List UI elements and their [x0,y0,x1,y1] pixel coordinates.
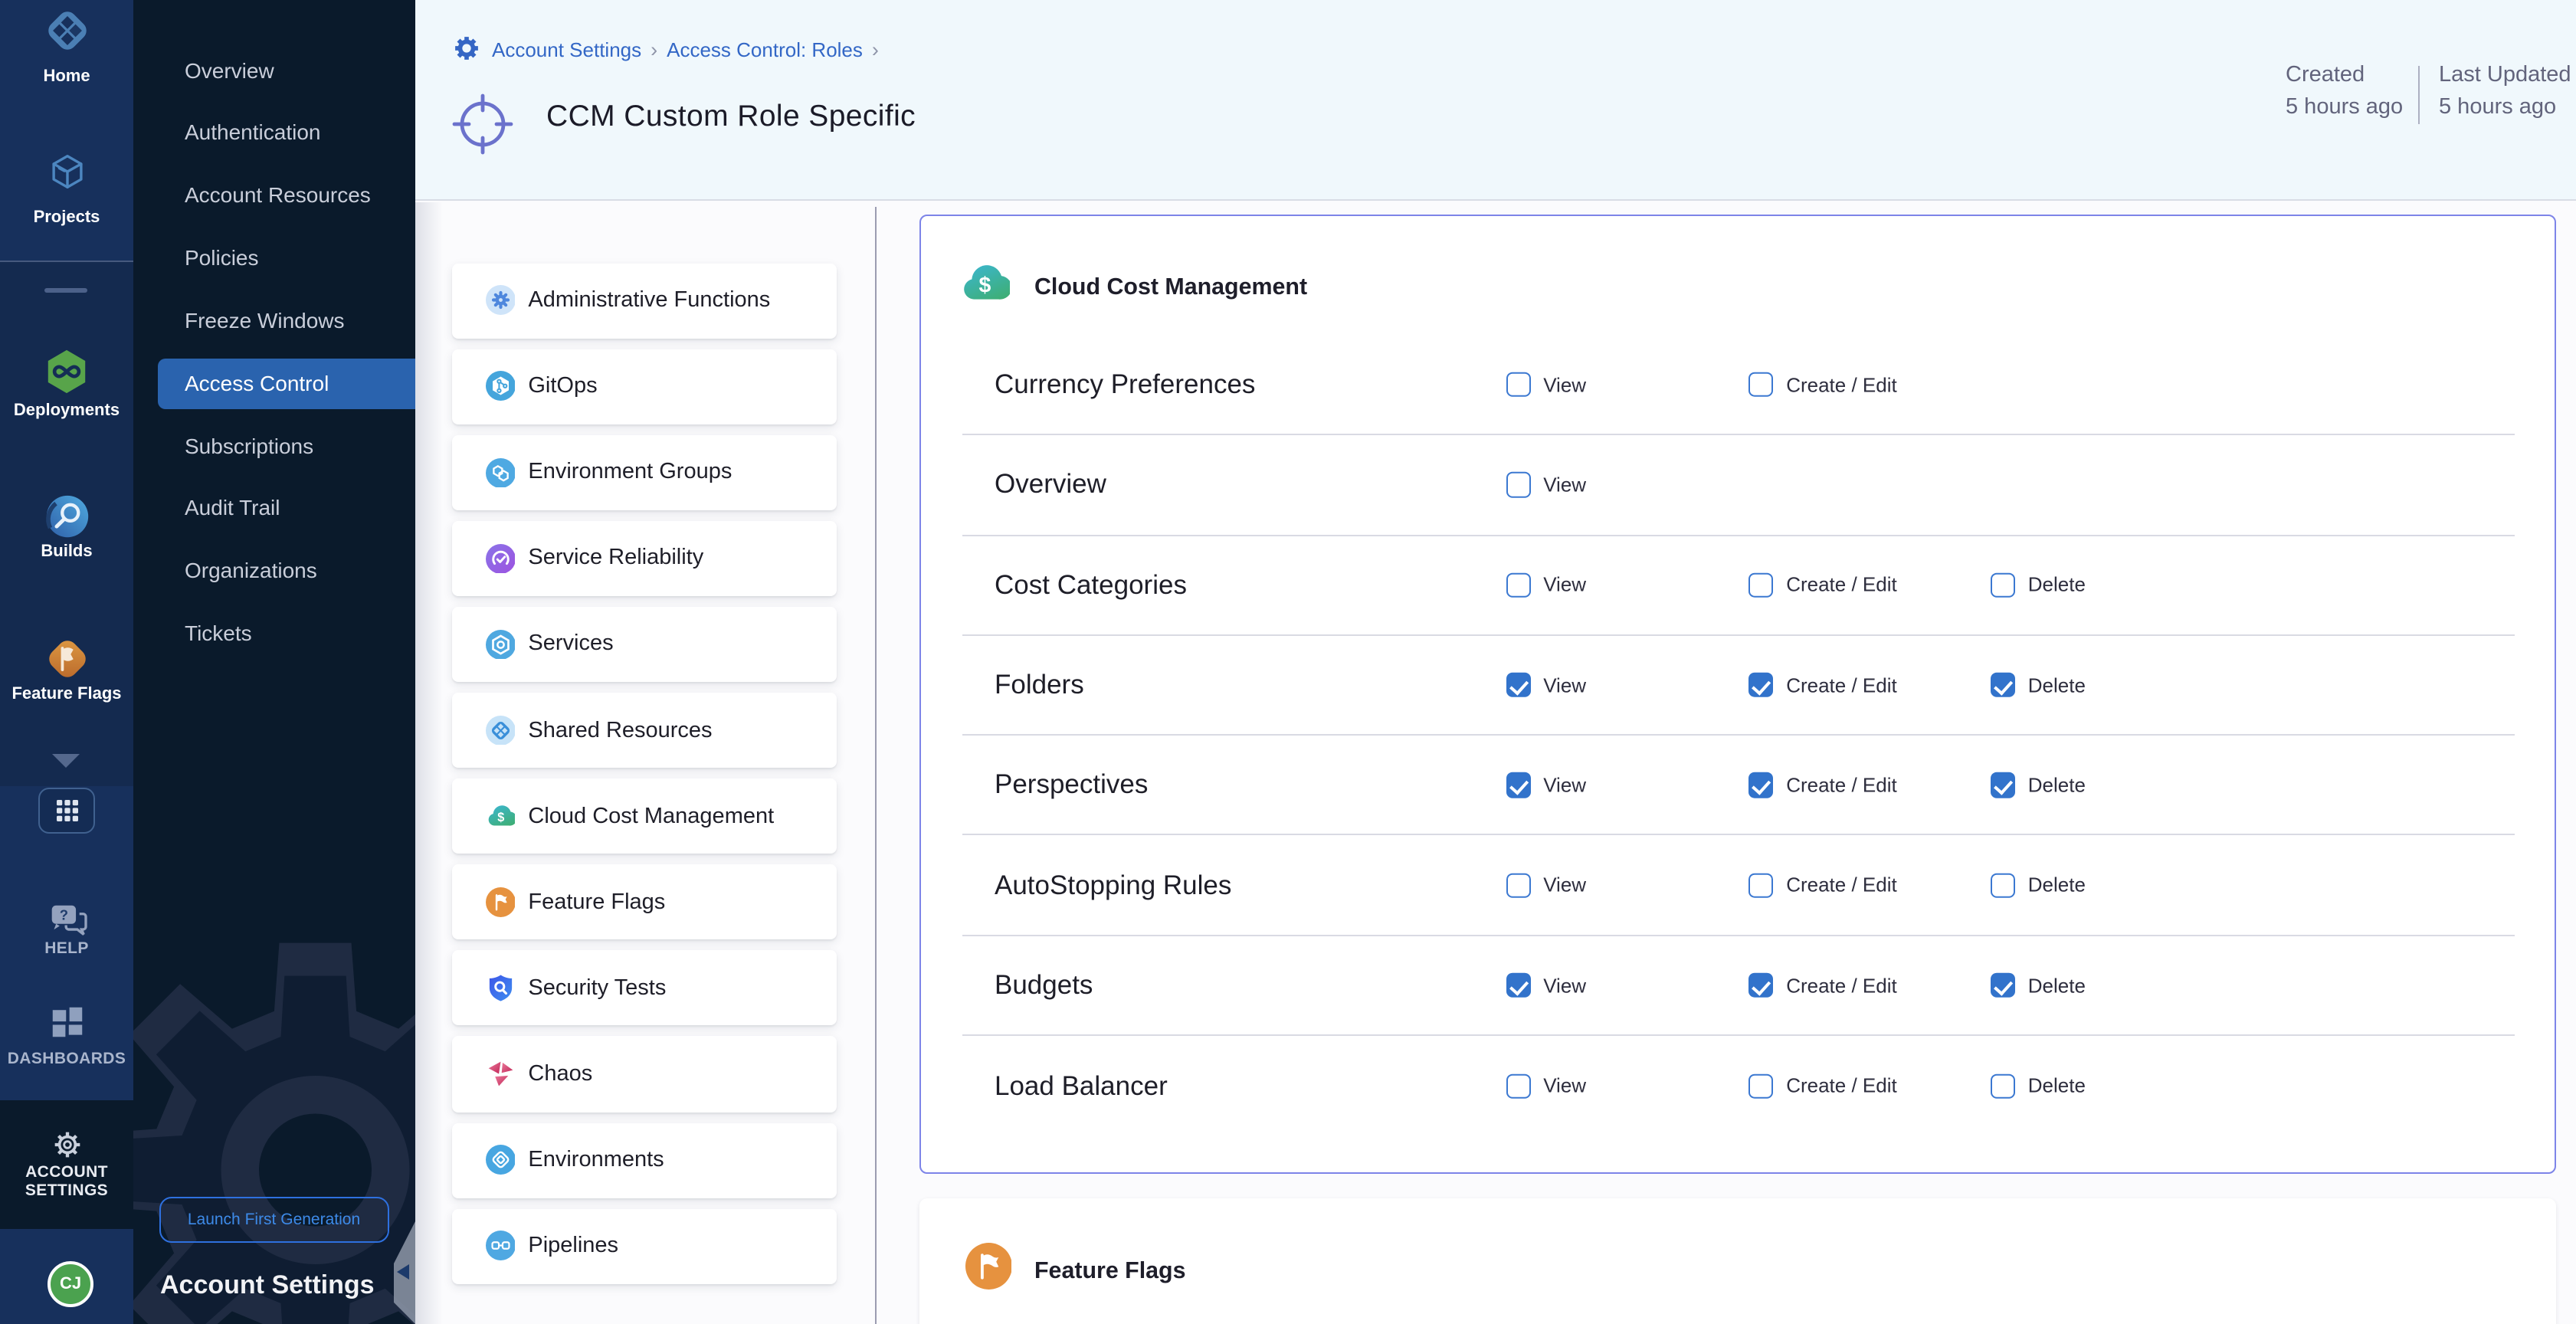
svg-text:$: $ [497,811,503,825]
svg-text:?: ? [59,907,67,923]
svg-text:$: $ [978,274,991,298]
